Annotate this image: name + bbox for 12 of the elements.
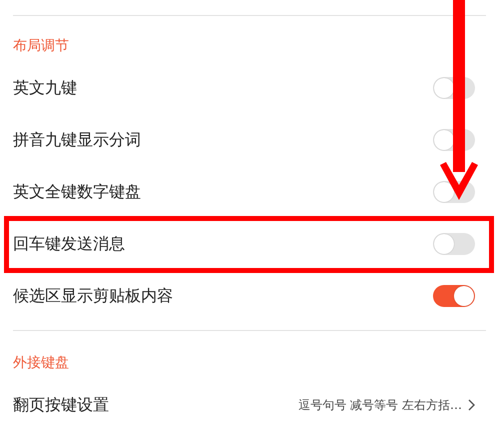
toggle-switch[interactable] xyxy=(433,285,475,307)
setting-value: 逗号句号 减号等号 左右方括… xyxy=(298,396,462,414)
setting-label: 候选区显示剪贴板内容 xyxy=(13,286,173,306)
setting-label: 回车键发送消息 xyxy=(13,234,125,254)
section-header: 布局调节 xyxy=(13,37,69,55)
setting-label: 英文全键数字键盘 xyxy=(13,182,141,202)
setting-label: 英文九键 xyxy=(13,78,77,98)
chevron-right-icon[interactable] xyxy=(468,399,475,411)
section-header: 外接键盘 xyxy=(13,354,69,372)
setting-label: 拼音九键显示分词 xyxy=(13,130,141,150)
toggle-switch[interactable] xyxy=(433,233,475,255)
setting-label: 翻页按键设置 xyxy=(13,394,109,416)
